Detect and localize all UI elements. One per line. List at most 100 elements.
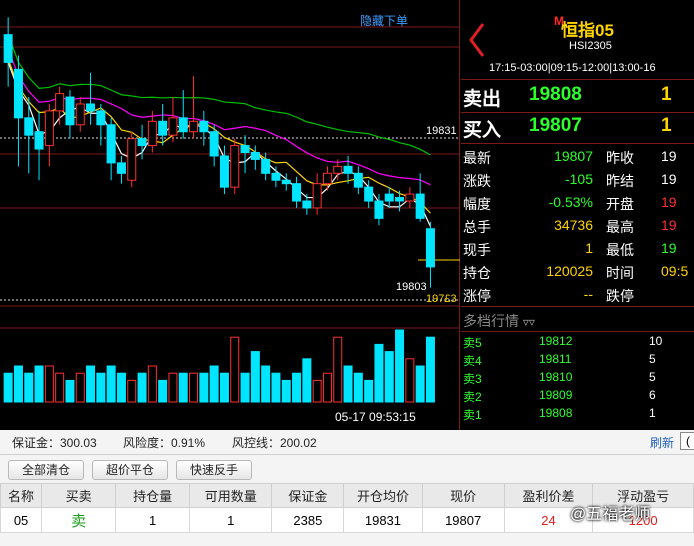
volume-bar — [281, 379, 291, 403]
stat-label: 幅度 — [463, 196, 491, 212]
table-cell: 2385 — [271, 507, 345, 533]
volume-bar — [127, 379, 137, 403]
watermark: @五福老师 — [570, 506, 651, 523]
divider — [461, 306, 694, 307]
stat-label-2: 开盘 — [606, 196, 634, 212]
candle-up — [230, 145, 240, 188]
candle-down — [240, 145, 250, 153]
buy-price[interactable]: 19807 — [529, 115, 582, 137]
stat-label-2: 昨结 — [606, 173, 634, 189]
depth-price[interactable]: 19810 — [539, 370, 572, 384]
candle-down — [384, 193, 394, 202]
close-all-button[interactable]: 全部清仓 — [8, 460, 84, 480]
candle-up — [127, 138, 137, 181]
column-header[interactable]: 保证金 — [271, 483, 345, 508]
depth-level-label: 卖2 — [463, 390, 482, 404]
price-tag-ref: 19831 — [426, 125, 457, 137]
table-cell: 1 — [115, 507, 191, 533]
hide-order-button[interactable]: 隐藏下单 — [360, 12, 408, 29]
candle-down — [137, 138, 147, 147]
stat-label-2: 最高 — [606, 219, 634, 235]
divider — [461, 331, 694, 332]
trading-hours: 17:15-03:00|09:15-12:00|13:00-16 — [489, 62, 656, 74]
candle-down — [116, 162, 126, 174]
volume-bar — [343, 365, 353, 403]
candle-up — [312, 183, 322, 209]
kline-chart-svg — [0, 17, 460, 403]
expand-chevron-icon[interactable]: ▿▿ — [523, 315, 535, 329]
column-header[interactable]: 买卖 — [41, 483, 117, 508]
candle-down — [425, 228, 435, 268]
volume-bar — [116, 372, 126, 403]
stat-value: -105 — [564, 171, 593, 187]
candle-down — [250, 152, 260, 160]
depth-price[interactable]: 19811 — [539, 352, 571, 366]
candle-up — [168, 117, 178, 136]
depth-level-label: 卖4 — [463, 354, 482, 368]
refresh-button[interactable]: 刷新 — [650, 434, 674, 451]
chart-timestamp: 05-17 09:53:15 — [335, 410, 416, 424]
table-cell: 卖 — [41, 507, 117, 533]
candle-up — [322, 172, 332, 185]
column-header[interactable]: 现价 — [421, 483, 505, 508]
candle-down — [24, 117, 34, 136]
kline-chart[interactable]: 隐藏下单 19831 19803 197£3 05-17 09:53:15 — [0, 0, 460, 430]
candle-down — [261, 158, 271, 174]
settings-digit: ( — [686, 434, 690, 448]
column-header[interactable]: 可用数量 — [189, 483, 273, 508]
volume-bar — [292, 372, 302, 403]
candle-up — [55, 93, 65, 112]
candle-down — [178, 117, 188, 133]
candle-down — [353, 172, 363, 188]
stat-label-2: 跌停 — [606, 288, 634, 304]
depth-level-label: 卖1 — [463, 408, 482, 422]
stat-value: 1 — [585, 240, 593, 256]
candle-up — [147, 120, 157, 147]
depth-price[interactable]: 19809 — [539, 388, 572, 402]
price-tag-floor: 197£3 — [426, 293, 457, 305]
settings-box[interactable]: ( — [680, 432, 694, 450]
volume-bar — [209, 365, 219, 403]
ma-green-line — [7, 34, 431, 156]
ma-white-line — [7, 62, 431, 227]
quick-reverse-button[interactable]: 快速反手 — [176, 460, 252, 480]
volume-bar — [34, 365, 44, 403]
candle-down — [158, 120, 168, 136]
candle-down — [86, 103, 96, 112]
risk-text: 风险度：0.91% — [123, 436, 206, 450]
buy-qty: 1 — [661, 115, 672, 136]
stat-label-2: 时间 — [606, 265, 634, 281]
depth-qty: 5 — [649, 370, 656, 384]
depth-qty: 10 — [649, 334, 663, 348]
column-header[interactable]: 名称 — [0, 483, 43, 508]
margin-text: 保证金：300.03 — [12, 436, 97, 450]
column-header[interactable]: 持仓量 — [115, 483, 191, 508]
candle-down — [271, 172, 281, 181]
candle-down — [374, 200, 384, 219]
volume-bar — [384, 351, 394, 403]
candle-down — [199, 120, 209, 133]
stat-label-2: 昨收 — [606, 150, 634, 166]
sell-price[interactable]: 19808 — [529, 84, 582, 106]
close-market-button[interactable]: 超价平仓 — [92, 460, 168, 480]
volume-bar — [240, 372, 250, 403]
volume-bar — [219, 372, 229, 403]
depth-price[interactable]: 19808 — [539, 406, 572, 420]
depth-price[interactable]: 19812 — [539, 334, 572, 348]
depth-title[interactable]: 多档行情 ▿▿ — [463, 311, 535, 331]
volume-bar — [86, 365, 96, 403]
price-tag-low: 19803 — [396, 281, 427, 293]
candle-down — [415, 193, 425, 219]
volume-bar — [261, 365, 271, 403]
volume-bar — [55, 372, 65, 403]
quote-panel: M 恒指05 HSI2305 17:15-03:00|09:15-12:00|1… — [461, 0, 694, 430]
candle-down — [292, 183, 302, 202]
back-arrow-icon[interactable] — [465, 20, 489, 60]
candle-down — [96, 110, 106, 126]
candle-down — [13, 68, 23, 119]
volume-bar — [147, 365, 157, 403]
contract-code: HSI2305 — [569, 40, 612, 52]
stat-value: -- — [583, 286, 593, 302]
candle-down — [343, 165, 353, 174]
column-header[interactable]: 开仓均价 — [343, 483, 423, 508]
